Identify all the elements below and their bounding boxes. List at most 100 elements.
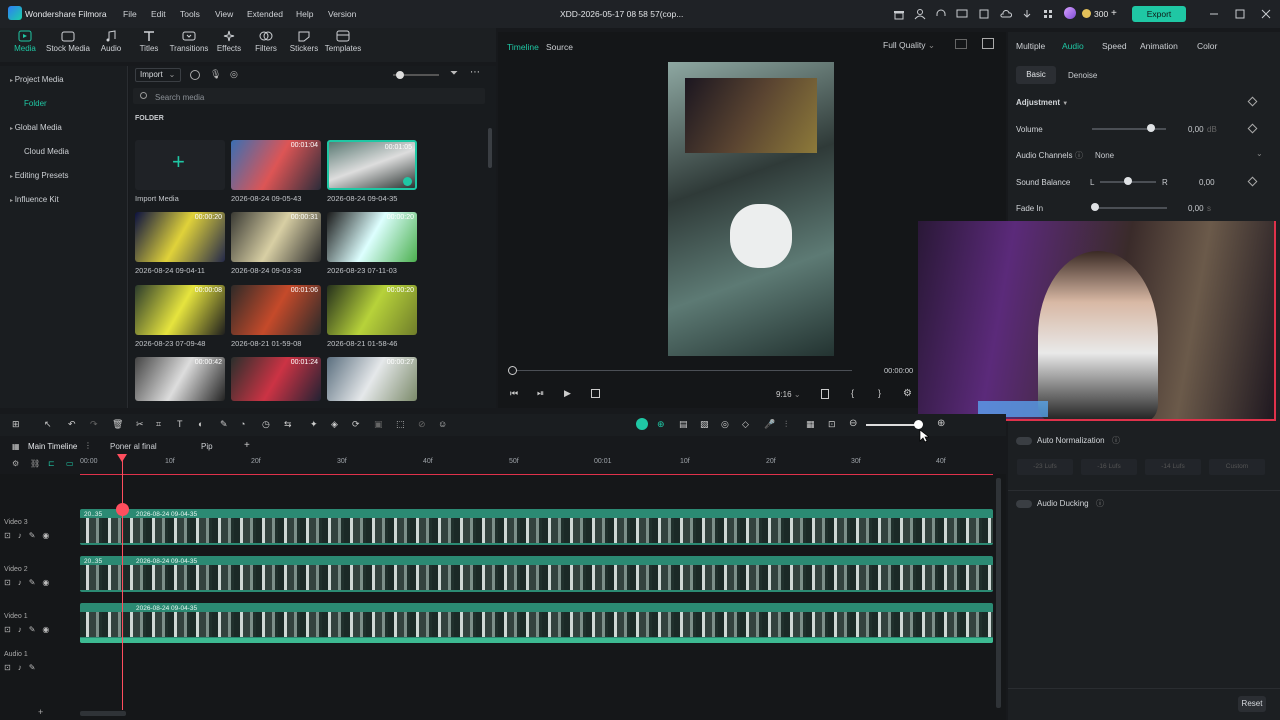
- media-thumbnail[interactable]: 00:01:04: [231, 140, 321, 190]
- tab-pip[interactable]: Pip: [201, 442, 213, 451]
- help-icon[interactable]: ⓘ: [1112, 435, 1120, 446]
- color-icon[interactable]: ◐: [198, 419, 203, 429]
- play-reverse-icon[interactable]: ⏯: [537, 388, 544, 399]
- ai-tools-icon[interactable]: ✦: [310, 419, 318, 430]
- more-options-icon[interactable]: ⋮: [84, 441, 92, 450]
- sidebar-item-cloud-media[interactable]: Cloud Media: [24, 147, 69, 156]
- fade-in-knob[interactable]: [1091, 203, 1099, 211]
- media-thumbnail[interactable]: 00:00:20: [327, 285, 417, 335]
- lufs-option[interactable]: -16 Lufs: [1081, 459, 1137, 475]
- layout-icon[interactable]: ⊞: [12, 419, 20, 430]
- timeline-clip[interactable]: 20..35 2026-08-24 09-04-35: [80, 556, 993, 592]
- grid-icon[interactable]: [1042, 8, 1054, 20]
- adjustment-section[interactable]: Adjustment ▼: [1016, 98, 1068, 107]
- sidebar-item-editing-presets[interactable]: ▸ Editing Presets: [10, 171, 69, 180]
- split-icon[interactable]: ✂: [136, 419, 144, 430]
- timer-icon[interactable]: ◷: [262, 419, 270, 430]
- tab-animation[interactable]: Animation: [1140, 41, 1178, 51]
- snap-icon[interactable]: ⊕: [657, 419, 665, 430]
- play-icon[interactable]: ▶: [564, 388, 571, 399]
- sidebar-item-folder[interactable]: Folder: [24, 99, 47, 108]
- zoom-slider[interactable]: [866, 424, 918, 426]
- link-icon[interactable]: ⛓: [30, 459, 40, 468]
- mixer-icon[interactable]: ⫶: [785, 419, 787, 430]
- fade-in-value[interactable]: 0,00: [1188, 204, 1204, 213]
- media-thumbnail[interactable]: 00:00:20: [135, 212, 225, 262]
- motion-icon[interactable]: ⟳: [352, 419, 360, 430]
- render-icon[interactable]: ◎: [721, 419, 729, 430]
- preview-progress-knob[interactable]: [508, 366, 517, 375]
- media-thumbnail[interactable]: 00:00:42: [135, 357, 225, 401]
- lufs-option[interactable]: -14 Lufs: [1145, 459, 1201, 475]
- shield-icon[interactable]: ◇: [742, 419, 749, 430]
- export-button[interactable]: Export: [1132, 6, 1186, 22]
- pen-icon[interactable]: ✎: [220, 419, 228, 430]
- mark-in-icon[interactable]: {: [851, 388, 854, 398]
- microphone-icon[interactable]: 🎤: [764, 419, 775, 430]
- tool-templates[interactable]: Templates: [318, 30, 368, 60]
- quality-dropdown[interactable]: Full Quality ⌄: [883, 40, 935, 51]
- thumbnail-size-knob[interactable]: [396, 71, 404, 79]
- export-frame-icon[interactable]: ⬚: [396, 419, 405, 430]
- volume-knob[interactable]: [1147, 124, 1155, 132]
- avatar[interactable]: [1064, 7, 1076, 19]
- ai-assistant-icon[interactable]: [636, 418, 648, 430]
- settings-icon[interactable]: ⚙: [903, 388, 912, 399]
- timeline-clip[interactable]: 2026-08-24 09-04-35: [80, 603, 993, 643]
- microphone-icon[interactable]: 🎙: [210, 69, 221, 80]
- track-controls[interactable]: ⊡♪✎◉: [4, 625, 80, 634]
- subtab-basic[interactable]: Basic: [1016, 66, 1056, 84]
- gift-icon[interactable]: [893, 8, 905, 20]
- ai-icon[interactable]: ◎: [230, 69, 238, 80]
- magnet-icon[interactable]: ⊏: [48, 459, 55, 468]
- scissors-icon[interactable]: [116, 503, 129, 516]
- filter-icon[interactable]: ⏷: [450, 68, 458, 79]
- media-thumbnail[interactable]: 00:00:27: [327, 357, 417, 401]
- tab-speed[interactable]: Speed: [1102, 41, 1127, 51]
- stop-icon[interactable]: [591, 389, 600, 398]
- menu-edit[interactable]: Edit: [151, 9, 166, 19]
- fade-in-slider[interactable]: [1095, 207, 1167, 209]
- menu-tools[interactable]: Tools: [180, 9, 200, 19]
- reverse-icon[interactable]: ⇆: [284, 419, 292, 430]
- timeline-clip[interactable]: 20..35 2026-08-24 09-04-35: [80, 509, 993, 545]
- preview-progress-bar[interactable]: [512, 370, 852, 371]
- image-icon[interactable]: ▧: [700, 419, 709, 430]
- playhead[interactable]: [122, 454, 123, 710]
- menu-file[interactable]: File: [123, 9, 137, 19]
- chroma-icon[interactable]: ⊘: [418, 419, 426, 430]
- crop-icon[interactable]: ⌗: [156, 419, 161, 430]
- more-options-icon[interactable]: ⋯: [470, 67, 480, 78]
- prev-frame-icon[interactable]: ⏮: [510, 388, 518, 399]
- preview-track-icon[interactable]: ▭: [66, 459, 74, 468]
- aspect-ratio-dropdown[interactable]: 9:16 ⌄: [776, 390, 801, 399]
- tab-timeline[interactable]: Timeline: [507, 42, 539, 52]
- scene-icon[interactable]: ▤: [679, 419, 688, 430]
- close-icon[interactable]: [1260, 8, 1272, 20]
- tab-poner-al-final[interactable]: Poner al final: [110, 442, 157, 451]
- multicam-icon[interactable]: ▦: [806, 419, 815, 430]
- add-track-icon[interactable]: +: [38, 707, 43, 717]
- audio-channels-dropdown[interactable]: None: [1095, 151, 1114, 160]
- monitor-icon[interactable]: [956, 8, 968, 20]
- media-thumbnail[interactable]: 00:01:06: [231, 285, 321, 335]
- media-thumbnail[interactable]: 00:01:24: [231, 357, 321, 401]
- mark-out-icon[interactable]: }: [878, 388, 881, 398]
- select-tool-icon[interactable]: ↖: [44, 419, 52, 430]
- pip-webcam-preview[interactable]: [685, 78, 817, 153]
- cloud-icon[interactable]: [1000, 8, 1012, 20]
- timeline-grid-icon[interactable]: ▦: [12, 442, 20, 451]
- tab-multiple[interactable]: Multiple: [1016, 41, 1045, 51]
- media-scrollbar[interactable]: [488, 128, 492, 168]
- auto-normalization-toggle[interactable]: [1016, 437, 1032, 445]
- save-icon[interactable]: [978, 8, 990, 20]
- volume-value[interactable]: 0,00: [1188, 125, 1204, 134]
- speed-icon[interactable]: ◔: [240, 419, 245, 429]
- sound-balance-knob[interactable]: [1124, 177, 1132, 185]
- timeline-horizontal-scrollbar[interactable]: [80, 711, 126, 716]
- help-icon[interactable]: ⓘ: [1075, 150, 1083, 161]
- marker-icon[interactable]: [821, 389, 829, 399]
- media-thumbnail[interactable]: 00:00:20: [327, 212, 417, 262]
- add-timeline-icon[interactable]: +: [244, 440, 250, 451]
- menu-help[interactable]: Help: [296, 9, 313, 19]
